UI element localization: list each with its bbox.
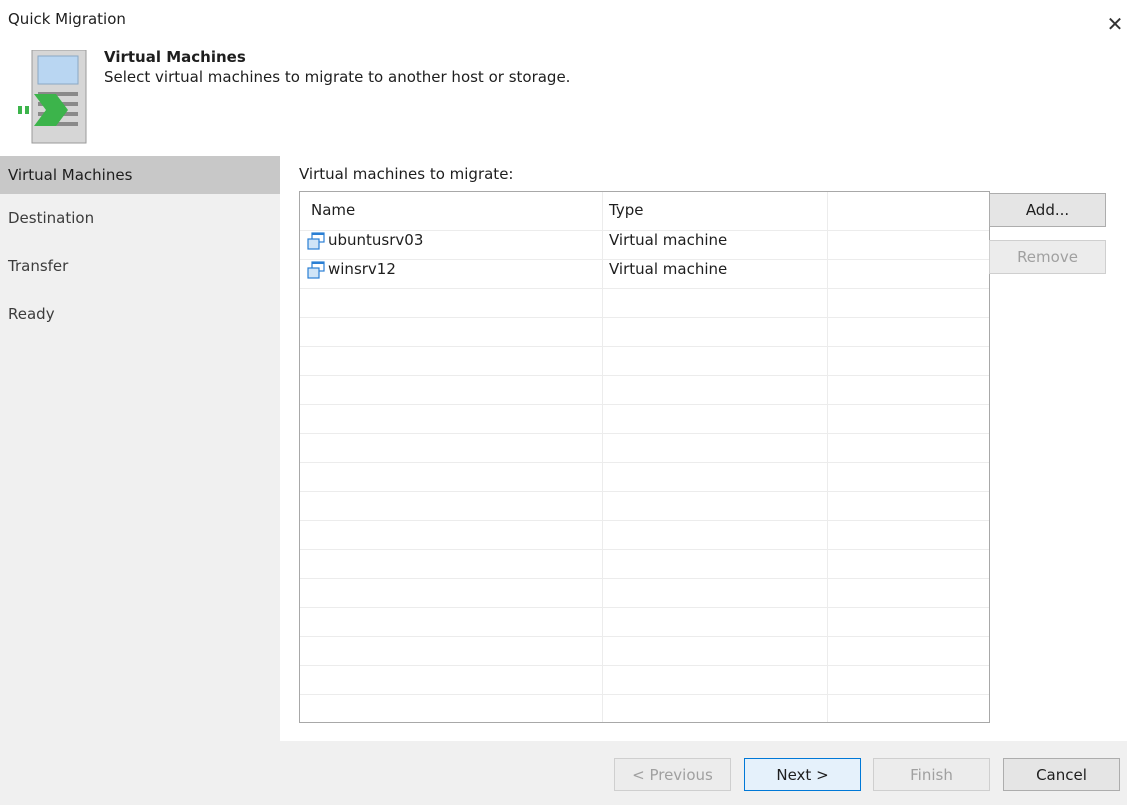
grid-row-line	[300, 346, 989, 347]
grid-row-line	[300, 549, 989, 550]
grid-row-line	[300, 317, 989, 318]
migration-wizard-icon	[18, 50, 87, 144]
next-button[interactable]: Next >	[744, 758, 861, 791]
grid-row-line	[300, 462, 989, 463]
grid-row-line	[300, 578, 989, 579]
grid-row-line	[300, 491, 989, 492]
step-description: Select virtual machines to migrate to an…	[104, 68, 571, 86]
sidebar-item-transfer[interactable]: Transfer	[0, 242, 280, 290]
remove-button[interactable]: Remove	[989, 240, 1106, 274]
vm-icon	[307, 232, 325, 250]
grid-row-line	[300, 433, 989, 434]
add-button[interactable]: Add...	[989, 193, 1106, 227]
step-title: Virtual Machines	[104, 48, 246, 66]
grid-row-line	[300, 404, 989, 405]
column-header-name[interactable]: Name	[311, 201, 355, 219]
wizard-header: Virtual Machines Select virtual machines…	[0, 48, 1127, 148]
previous-button[interactable]: < Previous	[614, 758, 731, 791]
table-row[interactable]: winsrv12 Virtual machine	[300, 258, 989, 282]
vm-list-table[interactable]: Name Type ubuntusrv03 Virtual machine wi…	[299, 191, 990, 723]
grid-row-line	[300, 694, 989, 695]
close-icon[interactable]: ✕	[1103, 12, 1127, 36]
finish-button[interactable]: Finish	[873, 758, 990, 791]
grid-row-line	[300, 665, 989, 666]
wizard-footer: < Previous Next > Finish Cancel	[0, 741, 1127, 805]
grid-row-line	[300, 607, 989, 608]
grid-row-line	[300, 520, 989, 521]
cancel-button[interactable]: Cancel	[1003, 758, 1120, 791]
vm-type: Virtual machine	[609, 260, 728, 278]
quick-migration-window: Quick Migration ✕ Virtual Machines Selec…	[0, 0, 1127, 805]
grid-row-line	[300, 375, 989, 376]
wizard-steps-sidebar: Virtual Machines Destination Transfer Re…	[0, 156, 280, 741]
sidebar-item-ready[interactable]: Ready	[0, 290, 280, 338]
window-title: Quick Migration	[8, 10, 126, 28]
vm-name: winsrv12	[328, 260, 396, 278]
column-header-type[interactable]: Type	[609, 201, 643, 219]
vm-type: Virtual machine	[609, 231, 728, 249]
sidebar-item-destination[interactable]: Destination	[0, 194, 280, 242]
title-bar: Quick Migration ✕	[0, 0, 1127, 36]
grid-row-line	[300, 288, 989, 289]
vm-name: ubuntusrv03	[328, 231, 424, 249]
vm-icon	[307, 261, 325, 279]
grid-row-line	[300, 259, 989, 260]
table-row[interactable]: ubuntusrv03 Virtual machine	[300, 229, 989, 253]
grid-row-line	[300, 636, 989, 637]
sidebar-item-virtual-machines[interactable]: Virtual Machines	[0, 156, 280, 194]
vm-list-label: Virtual machines to migrate:	[299, 165, 514, 183]
grid-row-line	[300, 230, 989, 231]
main-panel: Virtual machines to migrate: Name Type u…	[280, 156, 1127, 741]
